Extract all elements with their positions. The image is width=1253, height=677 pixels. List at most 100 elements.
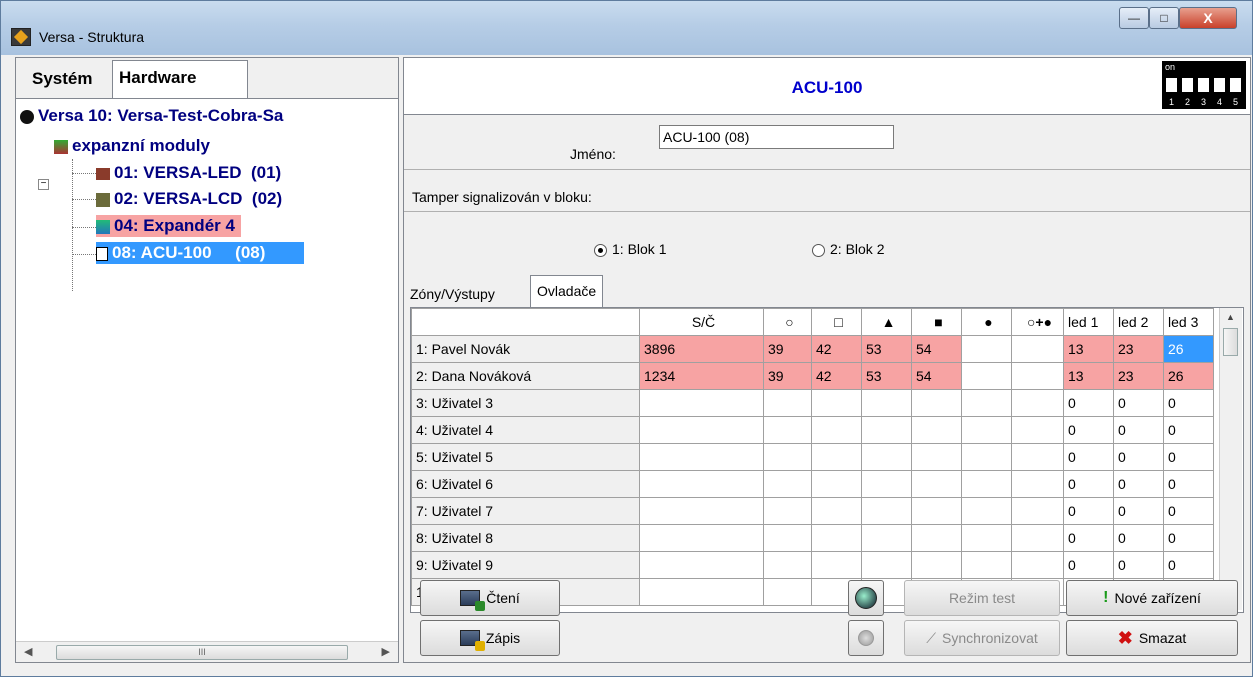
grid-cell[interactable] (1011, 551, 1064, 579)
grid-cell[interactable] (911, 524, 962, 552)
tab-system[interactable]: Systém (26, 62, 98, 96)
tree-item-versa-led[interactable]: 01: VERSA-LED (01) (96, 162, 281, 184)
grid-cell[interactable]: 0 (1063, 497, 1114, 525)
grid-cell[interactable] (811, 416, 862, 444)
grid-cell[interactable] (961, 443, 1012, 471)
grid-cell[interactable]: 3896 (639, 335, 764, 363)
test-indicator-button[interactable] (848, 580, 884, 616)
grid-cell[interactable]: 0 (1113, 416, 1164, 444)
grid-cell[interactable] (811, 470, 862, 498)
grid-cell[interactable]: 0 (1163, 389, 1214, 417)
tree-item-expander-4[interactable]: 04: Expandér 4 (96, 215, 241, 237)
grid-cell[interactable] (911, 551, 962, 579)
grid-cell[interactable] (911, 470, 962, 498)
grid-cell[interactable] (1011, 335, 1064, 363)
grid-cell[interactable] (1011, 416, 1064, 444)
grid-cell[interactable] (763, 551, 812, 579)
grid-cell[interactable]: 39 (763, 335, 812, 363)
grid-cell[interactable] (1011, 443, 1064, 471)
test-mode-button[interactable]: Režim test (904, 580, 1060, 616)
grid-cell[interactable] (811, 389, 862, 417)
grid-cell[interactable]: 0 (1163, 416, 1214, 444)
tamper-radio-blok1[interactable] (594, 244, 607, 257)
tamper-option-blok2[interactable]: 2: Blok 2 (830, 241, 884, 257)
grid-cell[interactable]: 54 (911, 335, 962, 363)
grid-cell[interactable]: 42 (811, 362, 862, 390)
grid-cell[interactable]: 0 (1063, 524, 1114, 552)
grid-cell[interactable] (961, 497, 1012, 525)
grid-cell[interactable]: 23 (1113, 362, 1164, 390)
grid-cell[interactable]: 0 (1113, 470, 1164, 498)
grid-cell[interactable] (811, 497, 862, 525)
grid-cell[interactable] (961, 551, 1012, 579)
grid-cell[interactable]: 0 (1113, 497, 1164, 525)
grid-cell[interactable] (763, 524, 812, 552)
grid-cell[interactable]: 0 (1113, 551, 1164, 579)
grid-cell[interactable]: 53 (861, 335, 912, 363)
grid-cell[interactable]: 53 (861, 362, 912, 390)
tab-zones-outputs[interactable]: Zóny/Výstupy (404, 281, 501, 307)
grid-cell[interactable] (811, 524, 862, 552)
grid-cell[interactable] (811, 551, 862, 579)
scroll-thumb[interactable]: III (56, 645, 348, 660)
grid-cell[interactable] (639, 416, 764, 444)
grid-cell[interactable] (911, 389, 962, 417)
tamper-option-blok1[interactable]: 1: Blok 1 (612, 241, 666, 257)
collapse-toggle[interactable]: − (38, 179, 49, 190)
name-field[interactable]: ACU-100 (08) (659, 125, 894, 149)
grid-cell[interactable]: 0 (1163, 443, 1214, 471)
grid-cell[interactable] (1011, 524, 1064, 552)
grid-cell[interactable] (639, 443, 764, 471)
tamper-radio-blok2[interactable] (812, 244, 825, 257)
maximize-button[interactable]: □ (1149, 7, 1179, 29)
grid-cell[interactable]: 1234 (639, 362, 764, 390)
delete-button[interactable]: ✖ Smazat (1066, 620, 1238, 656)
grid-cell[interactable]: 0 (1063, 389, 1114, 417)
grid-cell[interactable] (763, 497, 812, 525)
grid-cell[interactable] (763, 470, 812, 498)
grid-cell[interactable]: 0 (1163, 497, 1214, 525)
grid-cell[interactable] (639, 389, 764, 417)
horizontal-scrollbar[interactable]: ◀ III ▶ (16, 641, 398, 662)
grid-cell[interactable] (861, 551, 912, 579)
grid-cell[interactable] (861, 470, 912, 498)
grid-cell[interactable] (1011, 470, 1064, 498)
grid-cell[interactable] (1011, 362, 1064, 390)
grid-cell[interactable] (911, 416, 962, 444)
scroll-right-icon[interactable]: ▶ (382, 645, 390, 658)
grid-cell[interactable] (639, 524, 764, 552)
grid-cell[interactable] (639, 470, 764, 498)
grid-cell[interactable] (961, 470, 1012, 498)
grid-cell[interactable] (861, 389, 912, 417)
grid-cell[interactable] (911, 443, 962, 471)
grid-cell[interactable]: 0 (1163, 551, 1214, 579)
grid-cell[interactable]: 0 (1063, 443, 1114, 471)
grid-cell[interactable]: 26 (1163, 362, 1214, 390)
tab-hardware[interactable]: Hardware (112, 60, 248, 98)
grid-cell[interactable] (961, 416, 1012, 444)
tree-group-expansion-modules[interactable]: expanzní moduly (54, 135, 210, 157)
grid-cell[interactable] (961, 335, 1012, 363)
grid-cell[interactable] (961, 524, 1012, 552)
grid-cell[interactable]: 42 (811, 335, 862, 363)
grid-cell[interactable] (639, 551, 764, 579)
grid-cell[interactable] (811, 443, 862, 471)
grid-cell[interactable] (1011, 497, 1064, 525)
grid-cell[interactable] (861, 443, 912, 471)
grid-cell[interactable] (763, 416, 812, 444)
grid-cell[interactable] (1011, 389, 1064, 417)
grid-cell[interactable]: 23 (1113, 335, 1164, 363)
grid-cell[interactable]: 39 (763, 362, 812, 390)
grid-cell[interactable] (861, 416, 912, 444)
tree-root[interactable]: Versa 10: Versa-Test-Cobra-Sa (20, 105, 283, 127)
grid-cell[interactable] (961, 389, 1012, 417)
write-button[interactable]: Zápis (420, 620, 560, 656)
grid-cell[interactable]: 13 (1063, 362, 1114, 390)
grid-cell[interactable] (763, 578, 812, 606)
grid-cell[interactable]: 54 (911, 362, 962, 390)
new-device-button[interactable]: ! Nové zařízení (1066, 580, 1238, 616)
grid-cell[interactable] (861, 524, 912, 552)
grid-cell[interactable]: 0 (1113, 389, 1164, 417)
grid-cell[interactable] (763, 389, 812, 417)
scroll-thumb[interactable] (1223, 328, 1238, 356)
